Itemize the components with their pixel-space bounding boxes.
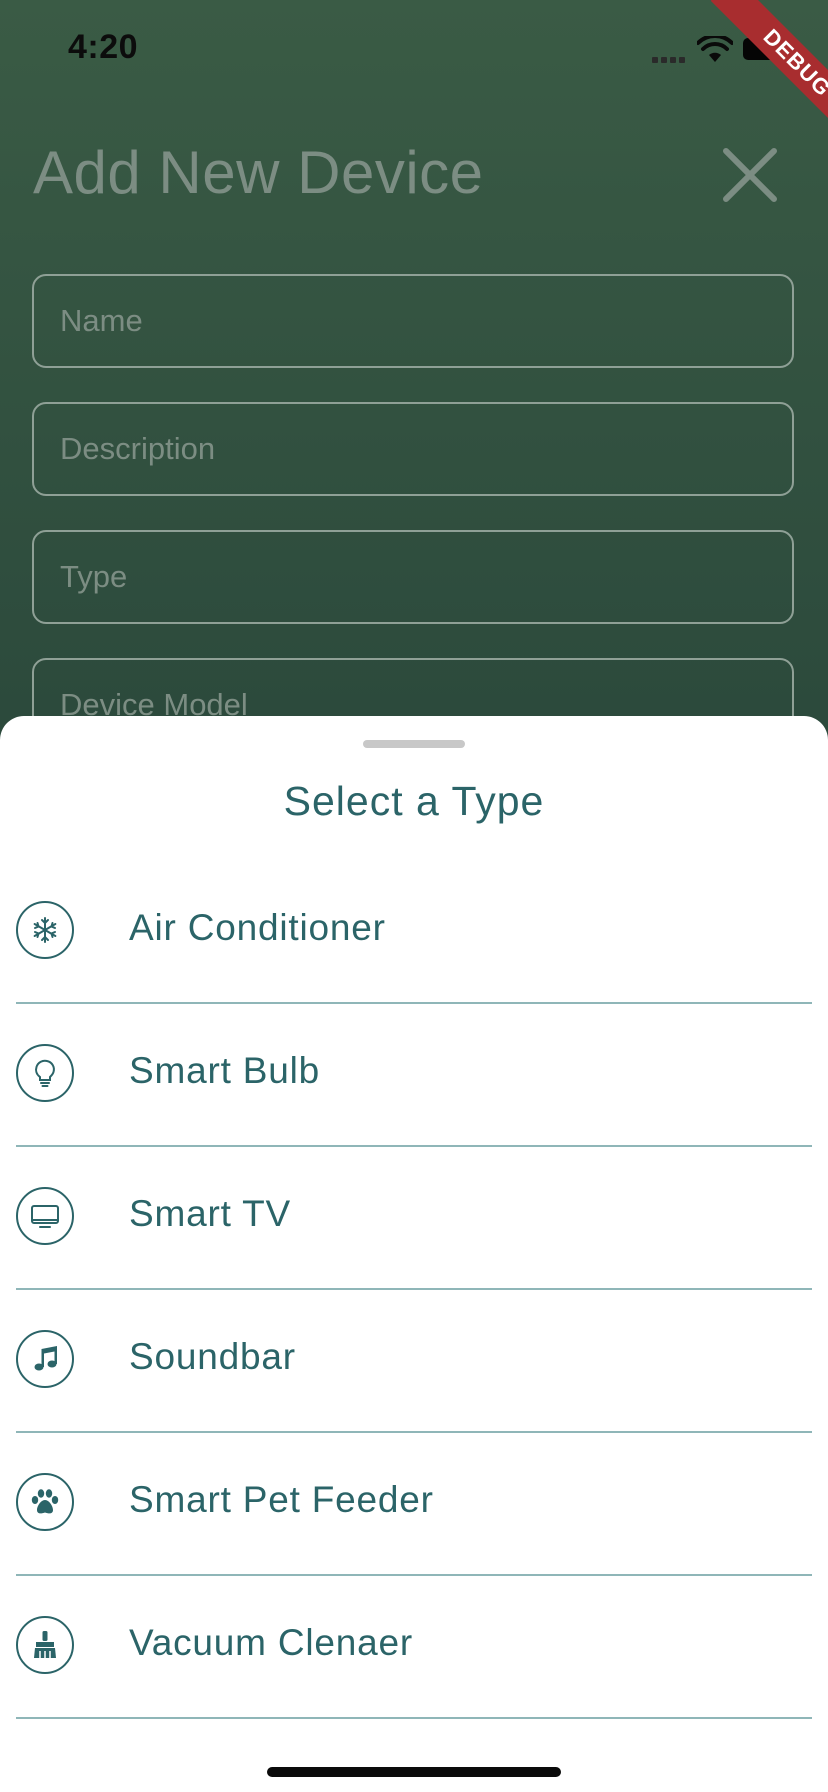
description-input[interactable] [34,404,792,494]
type-input[interactable] [34,532,792,622]
type-option-smart-pet-feeder[interactable]: Smart Pet Feeder [16,1433,812,1576]
wifi-icon [697,36,733,62]
broom-icon [16,1616,74,1674]
name-input[interactable] [34,276,792,366]
type-option-smart-tv[interactable]: Smart TV [16,1147,812,1290]
type-selection-sheet: Select a Type Air Conditioner Smart Bulb… [0,716,828,1792]
type-option-soundbar[interactable]: Soundbar [16,1290,812,1433]
lightbulb-icon [16,1044,74,1102]
debug-banner: DEBUG [710,0,828,150]
snowflake-icon [16,901,74,959]
type-option-air-conditioner[interactable]: Air Conditioner [16,861,812,1004]
app-screen: 4:20 DEBUG Add New Device Select a Type [0,0,828,1792]
music-note-icon [16,1330,74,1388]
type-option-label: Soundbar [129,1336,296,1377]
tv-icon [16,1187,74,1245]
type-field[interactable] [32,530,794,624]
type-option-vacuum-cleaner[interactable]: Vacuum Clenaer [16,1576,812,1719]
name-field[interactable] [32,274,794,368]
type-option-label: Smart TV [129,1193,291,1234]
type-option-label: Air Conditioner [129,907,386,948]
cellular-signal-icon [652,50,688,68]
type-option-label: Smart Pet Feeder [129,1479,434,1520]
type-option-smart-bulb[interactable]: Smart Bulb [16,1004,812,1147]
status-time: 4:20 [68,28,139,66]
sheet-drag-handle[interactable] [363,740,465,748]
sheet-title: Select a Type [283,778,545,824]
description-field[interactable] [32,402,794,496]
page-title: Add New Device [33,139,484,206]
type-option-label: Vacuum Clenaer [129,1622,414,1663]
close-icon[interactable] [720,145,780,205]
home-indicator[interactable] [267,1767,561,1777]
type-option-label: Smart Bulb [129,1050,321,1091]
paw-icon [16,1473,74,1531]
